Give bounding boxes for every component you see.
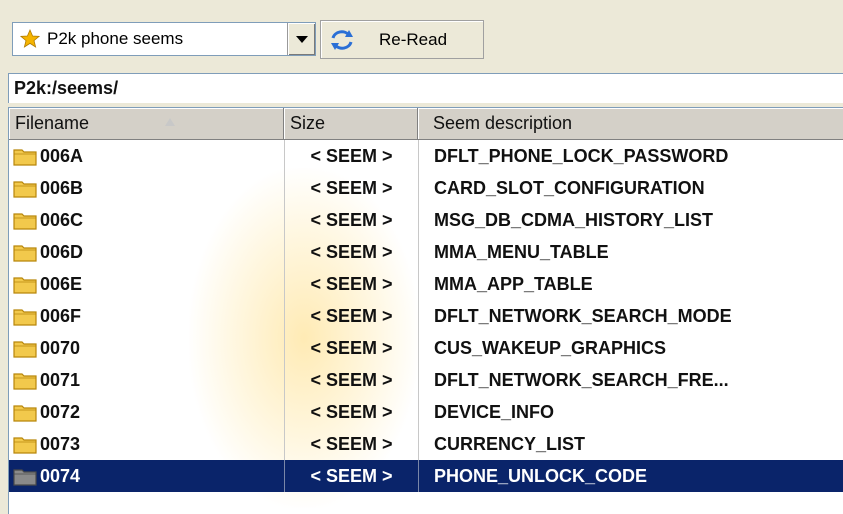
size-cell: < SEEM > — [284, 428, 418, 460]
folder-icon — [13, 469, 37, 486]
table-row[interactable]: 0072 < SEEM > DEVICE_INFO — [9, 396, 843, 428]
filename-cell: 006D — [9, 236, 284, 268]
size-cell: < SEEM > — [284, 332, 418, 364]
folder-icon — [13, 245, 37, 262]
description-cell: MMA_MENU_TABLE — [418, 236, 843, 268]
filename-text: 0074 — [40, 466, 81, 486]
description-cell: CUS_WAKEUP_GRAPHICS — [418, 332, 843, 364]
table-row[interactable]: 0074 < SEEM > PHONE_UNLOCK_CODE — [9, 460, 843, 492]
header-size[interactable]: Size — [284, 108, 418, 139]
reread-label: Re-Read — [379, 30, 448, 49]
folder-icon — [13, 437, 37, 454]
folder-icon — [13, 181, 37, 198]
filename-text: 006E — [40, 274, 83, 294]
table-row[interactable]: 006A < SEEM > DFLT_PHONE_LOCK_PASSWORD — [9, 140, 843, 172]
table-row[interactable]: 0073 < SEEM > CURRENCY_LIST — [9, 428, 843, 460]
toolbar: P2k phone seems Re-Read — [0, 0, 843, 73]
size-cell: < SEEM > — [284, 396, 418, 428]
file-table: Filename Size Seem description 006A < SEE… — [8, 107, 843, 514]
filename-cell: 0070 — [9, 332, 284, 364]
table-row[interactable]: 006C < SEEM > MSG_DB_CDMA_HISTORY_LIST — [9, 204, 843, 236]
table-row[interactable]: 0070 < SEEM > CUS_WAKEUP_GRAPHICS — [9, 332, 843, 364]
folder-icon — [13, 213, 37, 230]
star-icon — [20, 29, 40, 48]
filename-text: 006C — [40, 210, 84, 230]
filename-cell: 0073 — [9, 428, 284, 460]
size-cell: < SEEM > — [284, 140, 418, 172]
filename-text: 0073 — [40, 434, 81, 454]
size-cell: < SEEM > — [284, 268, 418, 300]
filename-text: 006B — [40, 178, 84, 198]
combo-value: P2k phone seems — [47, 29, 184, 48]
filename-text: 006A — [40, 146, 84, 166]
description-cell: DEVICE_INFO — [418, 396, 843, 428]
filename-cell: 0074 — [9, 460, 284, 492]
table-row[interactable]: 0071 < SEEM > DFLT_NETWORK_SEARCH_FRE... — [9, 364, 843, 396]
path-bar: P2k:/seems/ — [8, 73, 843, 103]
size-cell: < SEEM > — [284, 460, 418, 492]
folder-icon — [13, 149, 37, 166]
description-cell: DFLT_PHONE_LOCK_PASSWORD — [418, 140, 843, 172]
description-cell: PHONE_UNLOCK_CODE — [418, 460, 843, 492]
current-path: P2k:/seems/ — [14, 78, 119, 98]
filename-text: 0071 — [40, 370, 81, 390]
filename-cell: 006B — [9, 172, 284, 204]
table-header: Filename Size Seem description — [9, 108, 843, 140]
filename-cell: 006E — [9, 268, 284, 300]
folder-icon — [13, 309, 37, 326]
folder-icon — [13, 341, 37, 358]
filename-cell: 006C — [9, 204, 284, 236]
size-cell: < SEEM > — [284, 236, 418, 268]
description-cell: CURRENCY_LIST — [418, 428, 843, 460]
table-row[interactable]: 006F < SEEM > DFLT_NETWORK_SEARCH_MODE — [9, 300, 843, 332]
table-row[interactable]: 006D < SEEM > MMA_MENU_TABLE — [9, 236, 843, 268]
filename-cell: 006A — [9, 140, 284, 172]
dropdown-button[interactable] — [287, 23, 315, 55]
filename-text: 0070 — [40, 338, 81, 358]
description-cell: DFLT_NETWORK_SEARCH_FRE... — [418, 364, 843, 396]
filename-cell: 0072 — [9, 396, 284, 428]
size-cell: < SEEM > — [284, 172, 418, 204]
header-description[interactable]: Seem description — [418, 108, 843, 139]
table-row[interactable]: 006E < SEEM > MMA_APP_TABLE — [9, 268, 843, 300]
source-combobox[interactable]: P2k phone seems — [12, 22, 316, 56]
folder-icon — [13, 373, 37, 390]
filename-text: 0072 — [40, 402, 81, 422]
description-cell: DFLT_NETWORK_SEARCH_MODE — [418, 300, 843, 332]
filename-cell: 0071 — [9, 364, 284, 396]
size-cell: < SEEM > — [284, 364, 418, 396]
folder-icon — [13, 405, 37, 422]
size-cell: < SEEM > — [284, 300, 418, 332]
description-cell: MSG_DB_CDMA_HISTORY_LIST — [418, 204, 843, 236]
folder-icon — [13, 277, 37, 294]
reread-button[interactable]: Re-Read — [320, 20, 484, 59]
header-description-label: Seem description — [433, 113, 573, 133]
description-cell: CARD_SLOT_CONFIGURATION — [418, 172, 843, 204]
size-cell: < SEEM > — [284, 204, 418, 236]
table-row[interactable]: 006B < SEEM > CARD_SLOT_CONFIGURATION — [9, 172, 843, 204]
header-size-label: Size — [290, 113, 326, 133]
header-filename-label: Filename — [15, 113, 90, 133]
filename-text: 006F — [40, 306, 82, 326]
refresh-icon — [331, 30, 353, 50]
description-cell: MMA_APP_TABLE — [418, 268, 843, 300]
filename-cell: 006F — [9, 300, 284, 332]
chevron-down-icon — [296, 36, 308, 43]
header-filename[interactable]: Filename — [9, 108, 284, 139]
sort-ascending-icon — [165, 118, 175, 126]
filename-text: 006D — [40, 242, 84, 262]
